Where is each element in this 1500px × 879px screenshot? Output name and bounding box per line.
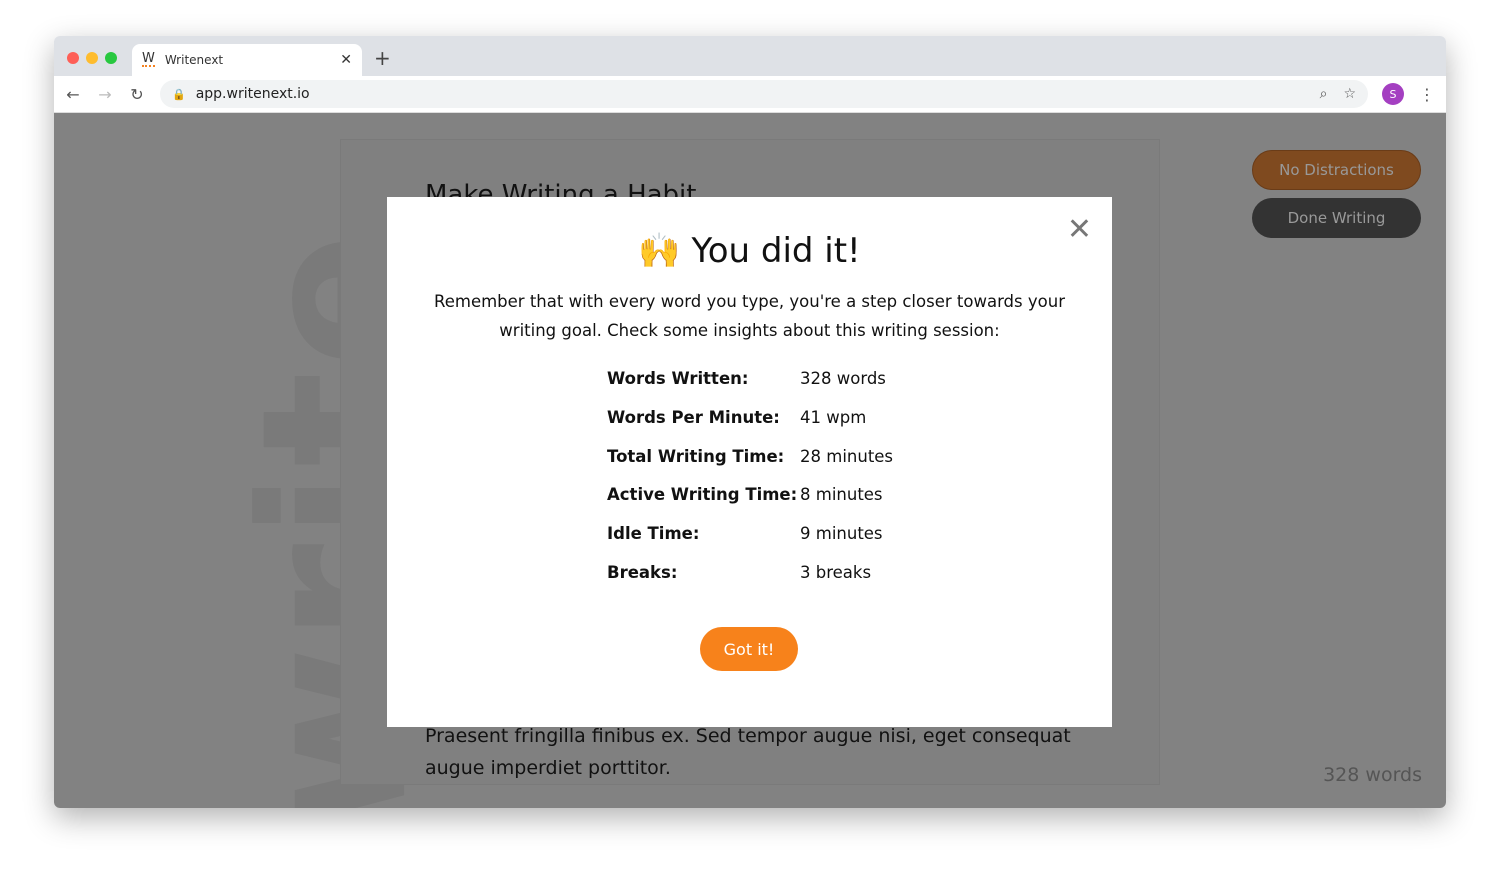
modal-title-text: You did it! [691,231,861,271]
lock-icon: 🔒 [172,87,186,101]
stat-label: Breaks: [607,562,678,582]
session-summary-modal: ✕ 🙌 You did it! Remember that with every… [387,197,1112,727]
stat-value: 3 breaks [800,562,872,582]
raised-hands-icon: 🙌 [638,231,681,271]
back-icon[interactable]: ← [64,85,82,104]
stat-label: Total Writing Time: [607,446,785,466]
maximize-window-button[interactable] [105,52,117,64]
modal-description: Remember that with every word you type, … [434,292,1065,340]
stat-row: Words Written: 328 words [607,369,893,408]
address-bar-row: ← → ↻ 🔒 app.writenext.io ⌕ ☆ S ⋮ [54,76,1446,113]
doc-text: Praesent fringilla finibus ex. Sed tempo… [425,725,1071,779]
stats-list: Words Written: 328 words Words Per Minute… [607,369,893,602]
browser-window: W Writenext ✕ + ← → ↻ 🔒 app.writenext.io… [54,36,1446,808]
forward-icon[interactable]: → [96,85,114,104]
word-count: 328 words [1323,764,1422,786]
stat-label: Active Writing Time: [607,485,798,505]
stat-label: Words Per Minute: [607,407,780,427]
tab-bar: W Writenext ✕ + [54,36,1446,76]
tab-title: Writenext [164,53,224,67]
stat-row: Words Per Minute: 41 wpm [607,408,893,447]
avatar[interactable]: S [1382,83,1404,105]
done-writing-button[interactable]: Done Writing [1252,198,1421,238]
stat-row: Total Writing Time: 28 minutes [607,447,893,486]
stat-value: 328 words [800,369,886,388]
app-page: write Make Writing a Habit Praesent frin… [54,113,1446,808]
url-field[interactable]: 🔒 app.writenext.io ⌕ ☆ [160,80,1368,108]
close-tab-icon[interactable]: ✕ [340,52,352,68]
got-it-button[interactable]: Got it! [700,627,798,671]
star-icon[interactable]: ☆ [1343,86,1356,102]
stat-value: 9 minutes [800,524,883,544]
new-tab-icon[interactable]: + [374,46,391,70]
stat-row: Idle Time: 9 minutes [607,524,893,563]
minimize-window-button[interactable] [86,52,98,64]
close-window-button[interactable] [67,52,79,64]
zoom-icon[interactable]: ⌕ [1320,86,1328,102]
stat-label: Words Written: [607,369,749,388]
no-distractions-button[interactable]: No Distractions [1252,150,1421,190]
stat-value: 8 minutes [800,485,883,505]
favicon-icon: W [142,51,155,67]
modal-title: 🙌 You did it! [387,231,1112,271]
url-text: app.writenext.io [195,86,310,102]
stat-row: Breaks: 3 breaks [607,563,893,602]
stat-value: 28 minutes [800,446,894,466]
reload-icon[interactable]: ↻ [128,85,146,104]
menu-icon[interactable]: ⋮ [1418,85,1436,104]
stat-value: 41 wpm [800,407,867,427]
stat-label: Idle Time: [607,524,700,544]
stat-row: Active Writing Time: 8 minutes [607,485,893,524]
browser-tab[interactable]: W Writenext ✕ [132,44,362,76]
